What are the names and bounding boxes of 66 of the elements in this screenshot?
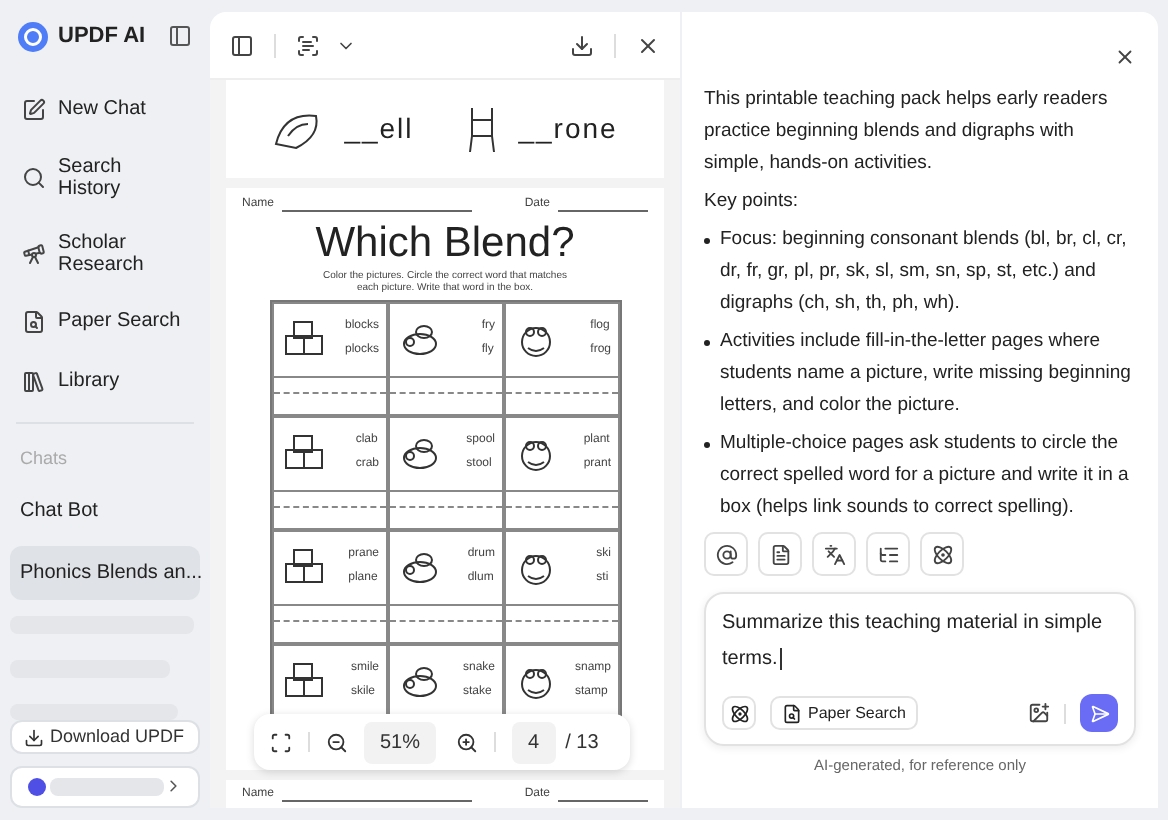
nav-item[interactable]: Paper Search <box>10 297 200 345</box>
zoom-in-icon[interactable] <box>456 731 479 753</box>
app-name: UPDF AI <box>58 22 146 52</box>
telescope-icon <box>22 241 46 265</box>
panel-icon[interactable] <box>230 33 254 57</box>
key-points-heading: Key points: <box>704 188 800 216</box>
zoom-level[interactable]: 51% <box>364 721 437 763</box>
chats-heading: Chats <box>18 445 70 471</box>
bullet-icon <box>704 442 710 448</box>
avatar-icon <box>28 777 46 796</box>
chat-item[interactable]: Phonics Blends an... <box>10 546 200 600</box>
download-icon <box>24 727 44 748</box>
chat-input-box[interactable]: Summarize this teaching material in simple terms. Paper Search <box>704 592 1136 746</box>
clipart-drawing <box>279 547 327 588</box>
nav-item[interactable]: Scholar Research <box>10 221 200 285</box>
bullet-icon <box>704 340 710 346</box>
worksheet-title: Which Blend? <box>315 222 575 267</box>
fill-in-word: __rone <box>518 110 618 149</box>
clipart-drawing <box>279 433 327 474</box>
page-number-field[interactable]: 4 <box>512 721 556 763</box>
bullet-text: Multiple-choice pages ask students to circle the correct spelled word for a picture and write it in a box (helps link sounds to correct spelling). <box>720 430 1131 522</box>
nav-item[interactable]: New Chat <box>10 85 200 133</box>
mindmap-button[interactable] <box>920 532 964 576</box>
outline-button[interactable] <box>866 532 910 576</box>
bullet-text: Focus: beginning consonant blends (bl, br, cl, cr, dr, fr, gr, pl, pr, sk, sl, sm, sn, sp, st, etc.) and digraphs (ch, sh, th, ph, wh). <box>720 226 1129 318</box>
search-icon <box>22 165 46 189</box>
fit-page-icon[interactable] <box>270 731 292 753</box>
pen-square-icon <box>22 97 46 121</box>
send-icon <box>1089 703 1109 723</box>
mention-button[interactable] <box>704 532 748 576</box>
file-search-icon <box>22 309 46 333</box>
summary-button[interactable] <box>758 532 802 576</box>
model-button[interactable] <box>722 696 756 730</box>
document-icon <box>769 543 791 565</box>
page-total: / 13 <box>565 729 599 757</box>
atom-icon <box>729 703 749 723</box>
zoom-out-icon[interactable] <box>326 731 348 753</box>
translate-icon <box>823 543 845 565</box>
bullet-text: Activities include fill-in-the-letter pages where students name a picture, write missing beginning letters, and color the picture. <box>720 328 1133 420</box>
blurred-account-name <box>49 777 164 796</box>
chat-item[interactable]: Chat Bot <box>10 484 200 538</box>
at-sign-icon <box>715 543 737 565</box>
sidebar-toggle-icon[interactable] <box>168 24 192 49</box>
clipart-drawing <box>279 319 327 360</box>
bullet-icon <box>704 238 710 244</box>
fill-in-word: __ell <box>344 110 414 149</box>
image-plus-icon[interactable] <box>1028 702 1050 724</box>
clipart-drawing <box>279 661 327 702</box>
nav-item[interactable]: Library <box>10 357 200 405</box>
download-icon[interactable] <box>570 33 594 57</box>
translate-button[interactable] <box>812 532 856 576</box>
close-icon[interactable] <box>1114 46 1136 68</box>
download-button[interactable]: Download UPDF <box>10 720 200 754</box>
nav-item[interactable]: Search History <box>10 145 200 209</box>
send-button[interactable] <box>1080 694 1118 732</box>
books-icon <box>22 369 46 393</box>
close-icon[interactable] <box>636 33 660 57</box>
ocr-icon[interactable] <box>296 33 320 57</box>
nodes-icon <box>931 543 953 565</box>
summary-paragraph: This printable teaching pack helps early readers practice beginning blends and digraphs with simple, hands-on activities. <box>704 86 1110 178</box>
list-icon <box>877 543 899 565</box>
chat-input-text[interactable]: Summarize this teaching material in simple terms. <box>722 606 1118 678</box>
logo-icon <box>18 21 48 52</box>
account-button[interactable] <box>10 765 200 808</box>
paper-search-button[interactable]: Paper Search <box>770 696 918 730</box>
file-search-icon <box>782 703 802 723</box>
